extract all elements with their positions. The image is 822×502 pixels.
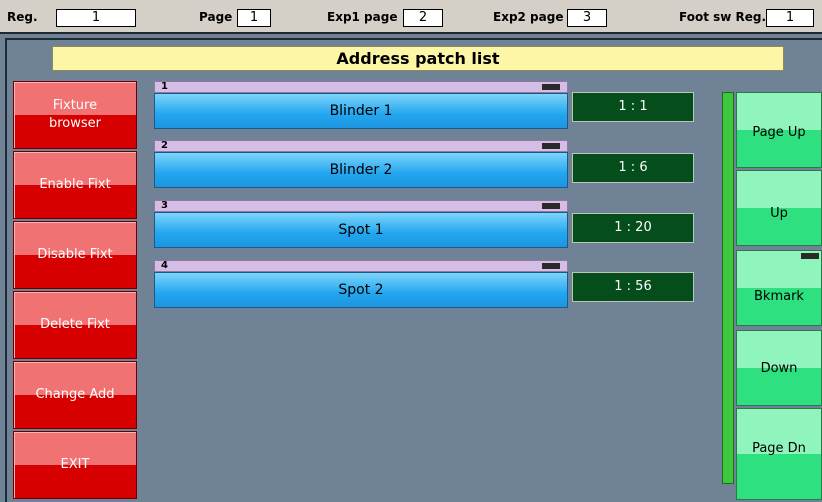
button-label: Fixture — [52, 98, 98, 113]
indicator-icon — [542, 203, 560, 209]
button-label: Enable Fixt — [39, 177, 111, 192]
exit-button[interactable]: EXIT — [13, 431, 137, 499]
page-title: Address patch list — [52, 46, 784, 71]
disable-fixt-button[interactable]: Disable Fixt — [13, 221, 137, 289]
fixture-number: 3 — [161, 200, 168, 211]
fixture-number: 1 — [161, 81, 168, 92]
foot-sw-reg-label: Foot sw Reg. — [679, 10, 767, 24]
enable-fixt-button[interactable]: Enable Fixt — [13, 151, 137, 219]
button-label: browser — [48, 116, 101, 131]
exp2-page-label: Exp2 page — [493, 10, 564, 24]
page-field[interactable]: 1 — [237, 9, 271, 27]
button-label: EXIT — [60, 457, 90, 472]
reg-field[interactable]: 1 — [56, 9, 136, 27]
fixture-row[interactable]: 3 Spot 1 — [154, 200, 568, 248]
button-label: Up — [770, 206, 788, 221]
fixture-header: 2 — [154, 140, 568, 152]
page-dn-button[interactable]: Page Dn — [736, 408, 822, 500]
button-label: Change Add — [35, 387, 115, 402]
fixture-address[interactable]: 1 : 1 — [572, 92, 694, 122]
fixture-header: 4 — [154, 260, 568, 272]
fixture-row[interactable]: 4 Spot 2 — [154, 260, 568, 308]
down-button[interactable]: Down — [736, 330, 822, 406]
indicator-icon — [542, 84, 560, 90]
page-label: Page — [199, 10, 233, 24]
foot-sw-reg-field[interactable]: 1 — [766, 9, 814, 27]
fixture-name[interactable]: Blinder 1 — [154, 93, 568, 129]
fixture-row[interactable]: 1 Blinder 1 — [154, 81, 568, 129]
fixture-address[interactable]: 1 : 20 — [572, 213, 694, 243]
indicator-icon — [542, 143, 560, 149]
fixture-row[interactable]: 2 Blinder 2 — [154, 140, 568, 188]
fixture-header: 3 — [154, 200, 568, 212]
fixture-name[interactable]: Spot 2 — [154, 272, 568, 308]
exp1-page-field[interactable]: 2 — [403, 9, 443, 27]
up-button[interactable]: Up — [736, 170, 822, 246]
button-label: Down — [760, 361, 798, 376]
button-label: Page Up — [752, 125, 806, 140]
fixture-name[interactable]: Blinder 2 — [154, 152, 568, 188]
fixture-address[interactable]: 1 : 56 — [572, 272, 694, 302]
exp1-page-label: Exp1 page — [327, 10, 398, 24]
fixture-browser-button[interactable]: Fixture browser — [13, 81, 137, 149]
change-add-button[interactable]: Change Add — [13, 361, 137, 429]
fixture-name[interactable]: Spot 1 — [154, 212, 568, 248]
indicator-icon — [801, 253, 819, 259]
delete-fixt-button[interactable]: Delete Fixt — [13, 291, 137, 359]
indicator-icon — [542, 263, 560, 269]
bkmark-button[interactable]: Bkmark — [736, 250, 822, 326]
page-up-button[interactable]: Page Up — [736, 92, 822, 168]
exp2-page-field[interactable]: 3 — [567, 9, 607, 27]
reg-label: Reg. — [7, 10, 38, 24]
scroll-track[interactable] — [722, 92, 734, 484]
fixture-address[interactable]: 1 : 6 — [572, 153, 694, 183]
button-label: Delete Fixt — [40, 317, 110, 332]
fixture-number: 2 — [161, 140, 168, 151]
button-label: Disable Fixt — [37, 247, 113, 262]
fixture-header: 1 — [154, 81, 568, 93]
button-label: Page Dn — [752, 441, 806, 456]
status-bar: Reg. 1 Page 1 Exp1 page 2 Exp2 page 3 Fo… — [0, 0, 822, 34]
fixture-number: 4 — [161, 260, 168, 271]
